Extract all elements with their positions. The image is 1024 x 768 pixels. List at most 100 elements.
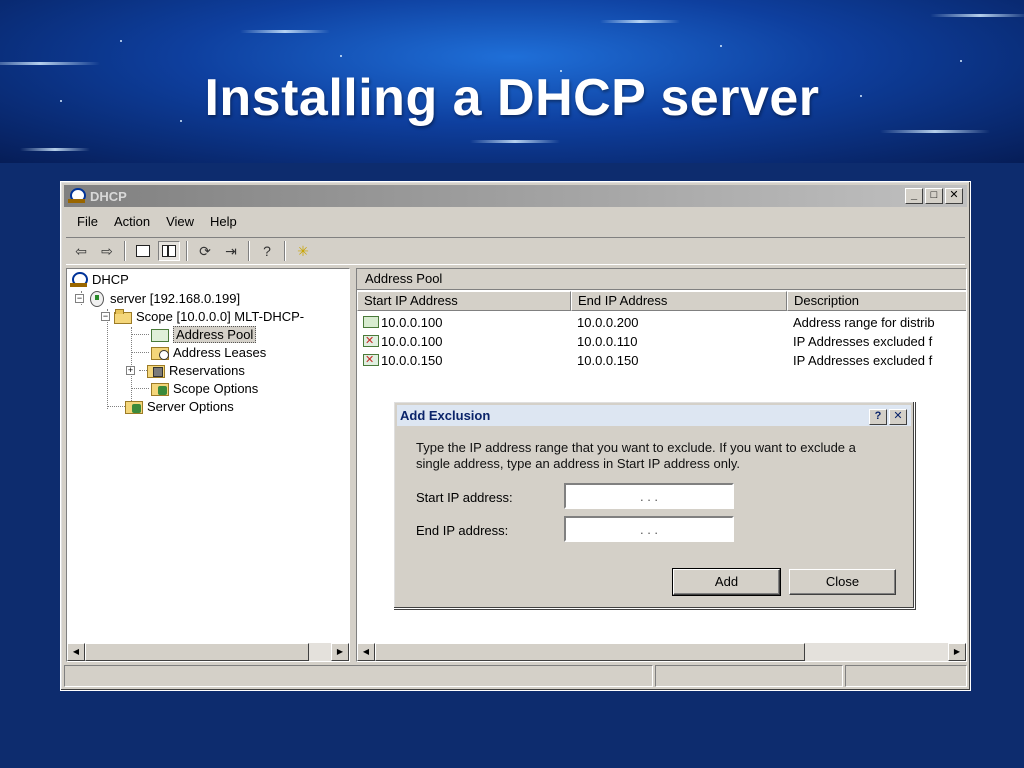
tree-item-scope-options[interactable]: Scope Options: [151, 379, 258, 397]
light-streak: [930, 14, 1024, 17]
table-row[interactable]: 10.0.0.100 10.0.0.110 IP Addresses exclu…: [357, 333, 966, 352]
window-titlebar[interactable]: DHCP _ □ ✕: [64, 185, 967, 207]
toolbar-separator: [248, 241, 250, 261]
dialog-close-button[interactable]: ✕: [889, 409, 907, 425]
scrollbar-thumb[interactable]: [375, 643, 805, 661]
end-ip-input[interactable]: . . .: [564, 516, 734, 542]
help-button[interactable]: ?: [869, 409, 887, 425]
light-streak: [880, 130, 990, 133]
description-cell: IP Addresses excluded f: [793, 334, 933, 349]
light-streak: [20, 148, 90, 151]
menu-help[interactable]: Help: [204, 213, 243, 233]
status-cell: [64, 665, 653, 687]
light-streak: [600, 20, 680, 23]
end-ip-cell: 10.0.0.200: [577, 315, 639, 330]
scrollbar-thumb[interactable]: [85, 643, 309, 661]
tree-item-scope[interactable]: − Scope [10.0.0.0] MLT-DHCP-: [101, 307, 304, 325]
start-ip-cell: 10.0.0.100: [363, 315, 442, 330]
window-title: DHCP: [90, 188, 127, 204]
slide-header: Installing a DHCP server: [0, 0, 1024, 163]
expand-icon[interactable]: +: [126, 365, 135, 375]
tree-label: Reservations: [169, 362, 245, 378]
light-streak: [240, 30, 330, 33]
help-icon[interactable]: ?: [256, 241, 278, 261]
menu-action[interactable]: Action: [108, 213, 156, 233]
star-dot: [720, 45, 722, 47]
dialog-description: Type the IP address range that you want …: [416, 440, 856, 471]
tree-horizontal-scrollbar[interactable]: ◀ ▶: [67, 643, 349, 661]
star-dot: [960, 60, 962, 62]
dialog-title: Add Exclusion: [400, 408, 491, 423]
up-folder-icon[interactable]: [132, 241, 154, 261]
tree-item-server[interactable]: − server [192.168.0.199]: [75, 289, 240, 307]
menu-file[interactable]: File: [71, 213, 104, 233]
toolbar-separator: [124, 241, 126, 261]
scope-options-icon: [151, 381, 169, 396]
address-leases-icon: [151, 345, 169, 360]
status-bar: [64, 665, 967, 687]
end-ip-label: End IP address:: [416, 523, 509, 538]
tree-item-reservations[interactable]: + Reservations: [126, 361, 245, 379]
tree-pane: DHCP − server [192.168.0.199] − Scope [1…: [66, 268, 350, 662]
scroll-left-arrow-icon[interactable]: ◀: [357, 643, 375, 661]
toolbar: ⇦ ⇨ ⟳ ⇥ ? ✳: [66, 237, 965, 265]
pane-caption: Address Pool: [357, 269, 966, 290]
add-button[interactable]: Add: [672, 568, 781, 596]
menu-view[interactable]: View: [160, 213, 200, 233]
end-ip-cell: 10.0.0.110: [577, 334, 638, 349]
table-row[interactable]: 10.0.0.150 10.0.0.150 IP Addresses exclu…: [357, 352, 966, 371]
dhcp-app-icon: [68, 188, 86, 204]
toolbar-separator: [284, 241, 286, 261]
table-row[interactable]: 10.0.0.100 10.0.0.200 Address range for …: [357, 314, 966, 333]
start-ip-input[interactable]: . . .: [564, 483, 734, 509]
dhcp-icon: [70, 272, 88, 287]
menu-bar: File Action View Help: [71, 213, 243, 233]
tree-item-address-pool[interactable]: Address Pool: [151, 325, 257, 343]
slide-title: Installing a DHCP server: [204, 69, 820, 127]
column-header-description[interactable]: Description: [787, 291, 966, 311]
tree-item-dhcp[interactable]: DHCP: [70, 270, 129, 288]
dialog-titlebar[interactable]: Add Exclusion ? ✕: [397, 405, 911, 426]
collapse-icon[interactable]: −: [101, 311, 110, 321]
tree-label: DHCP: [92, 271, 129, 287]
light-streak: [470, 140, 560, 143]
tree-label: Scope Options: [173, 380, 259, 396]
tree-connector: [131, 352, 149, 353]
list-horizontal-scrollbar[interactable]: ◀ ▶: [357, 643, 966, 661]
collapse-icon[interactable]: −: [75, 293, 84, 303]
tree-item-server-options[interactable]: Server Options: [125, 397, 234, 415]
address-pool-icon: [151, 327, 169, 342]
show-hide-tree-icon[interactable]: [158, 241, 180, 261]
end-ip-cell: 10.0.0.150: [577, 353, 639, 368]
column-header-end-ip[interactable]: End IP Address: [571, 291, 787, 311]
close-button[interactable]: ✕: [945, 188, 963, 204]
status-cell: [655, 665, 843, 687]
server-options-icon: [125, 399, 143, 414]
toolbar-separator: [186, 241, 188, 261]
minimize-button[interactable]: _: [905, 188, 923, 204]
maximize-button[interactable]: □: [925, 188, 943, 204]
star-dot: [120, 40, 122, 42]
column-header-start-ip[interactable]: Start IP Address: [357, 291, 571, 311]
folder-icon: [114, 309, 132, 324]
reservations-icon: [147, 363, 165, 378]
scroll-right-arrow-icon[interactable]: ▶: [948, 643, 966, 661]
start-ip-cell: 10.0.0.100: [363, 334, 442, 349]
tree-connector: [107, 406, 125, 407]
export-list-icon[interactable]: ⇥: [220, 241, 242, 261]
tree-item-address-leases[interactable]: Address Leases: [151, 343, 266, 361]
forward-icon[interactable]: ⇨: [96, 241, 118, 261]
new-icon[interactable]: ✳: [292, 241, 314, 261]
scroll-left-arrow-icon[interactable]: ◀: [67, 643, 85, 661]
back-icon[interactable]: ⇦: [70, 241, 92, 261]
light-streak: [0, 62, 100, 65]
scroll-right-arrow-icon[interactable]: ▶: [331, 643, 349, 661]
refresh-icon[interactable]: ⟳: [194, 241, 216, 261]
tree-label: Server Options: [147, 398, 234, 414]
tree-label: Scope [10.0.0.0] MLT-DHCP-: [136, 308, 305, 324]
status-cell: [845, 665, 967, 687]
start-ip-label: Start IP address:: [416, 490, 513, 505]
start-ip-cell: 10.0.0.150: [363, 353, 442, 368]
excluded-range-icon: [363, 334, 379, 347]
close-dialog-button[interactable]: Close: [789, 569, 896, 595]
